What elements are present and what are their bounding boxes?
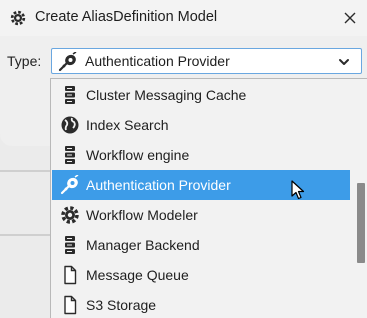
list-item-label: Workflow Modeler (86, 207, 198, 223)
scrollbar[interactable] (353, 79, 367, 318)
title-bar: Create AliasDefinition Model (0, 0, 367, 36)
window-title: Create AliasDefinition Model (35, 9, 218, 25)
guitar-key-icon (60, 175, 79, 195)
document-icon (64, 265, 77, 285)
document-icon (64, 295, 77, 315)
close-icon[interactable] (335, 3, 365, 33)
list-item[interactable]: Workflow engine (52, 140, 350, 170)
scrollbar-thumb[interactable] (357, 183, 365, 263)
server-stack-icon (65, 146, 75, 164)
chevron-down-icon[interactable] (337, 55, 351, 69)
list-item[interactable]: Workflow Modeler (52, 200, 350, 230)
list-item[interactable]: Index Search (52, 110, 350, 140)
list-item[interactable]: Message Queue (52, 260, 350, 290)
mouse-cursor-icon (291, 180, 305, 200)
list-item-label: Cluster Messaging Cache (86, 87, 247, 103)
globe-icon (61, 116, 79, 134)
list-item[interactable]: S3 Storage (52, 290, 350, 318)
list-item-label: Message Queue (86, 267, 189, 283)
list-item[interactable]: Manager Backend (52, 230, 350, 260)
divider (0, 234, 52, 236)
list-item-label: Index Search (86, 117, 169, 133)
gear-icon (61, 206, 79, 224)
divider (0, 170, 52, 172)
type-value: Authentication Provider (85, 53, 230, 69)
type-label: Type: (7, 53, 42, 69)
list-item-label: Authentication Provider (86, 177, 231, 193)
gear-icon (10, 10, 26, 26)
list-item[interactable]: Cluster Messaging Cache (52, 80, 350, 110)
server-stack-icon (65, 86, 75, 104)
list-item-label: S3 Storage (86, 297, 157, 313)
list-item-label: Manager Backend (86, 237, 200, 253)
type-dropdown-list: Cluster Messaging Cache Index Search Wor… (50, 78, 367, 318)
guitar-key-icon (58, 52, 77, 72)
list-item-label: Workflow engine (86, 147, 190, 163)
server-stack-icon (65, 236, 75, 254)
type-dropdown[interactable]: Authentication Provider (51, 48, 362, 74)
